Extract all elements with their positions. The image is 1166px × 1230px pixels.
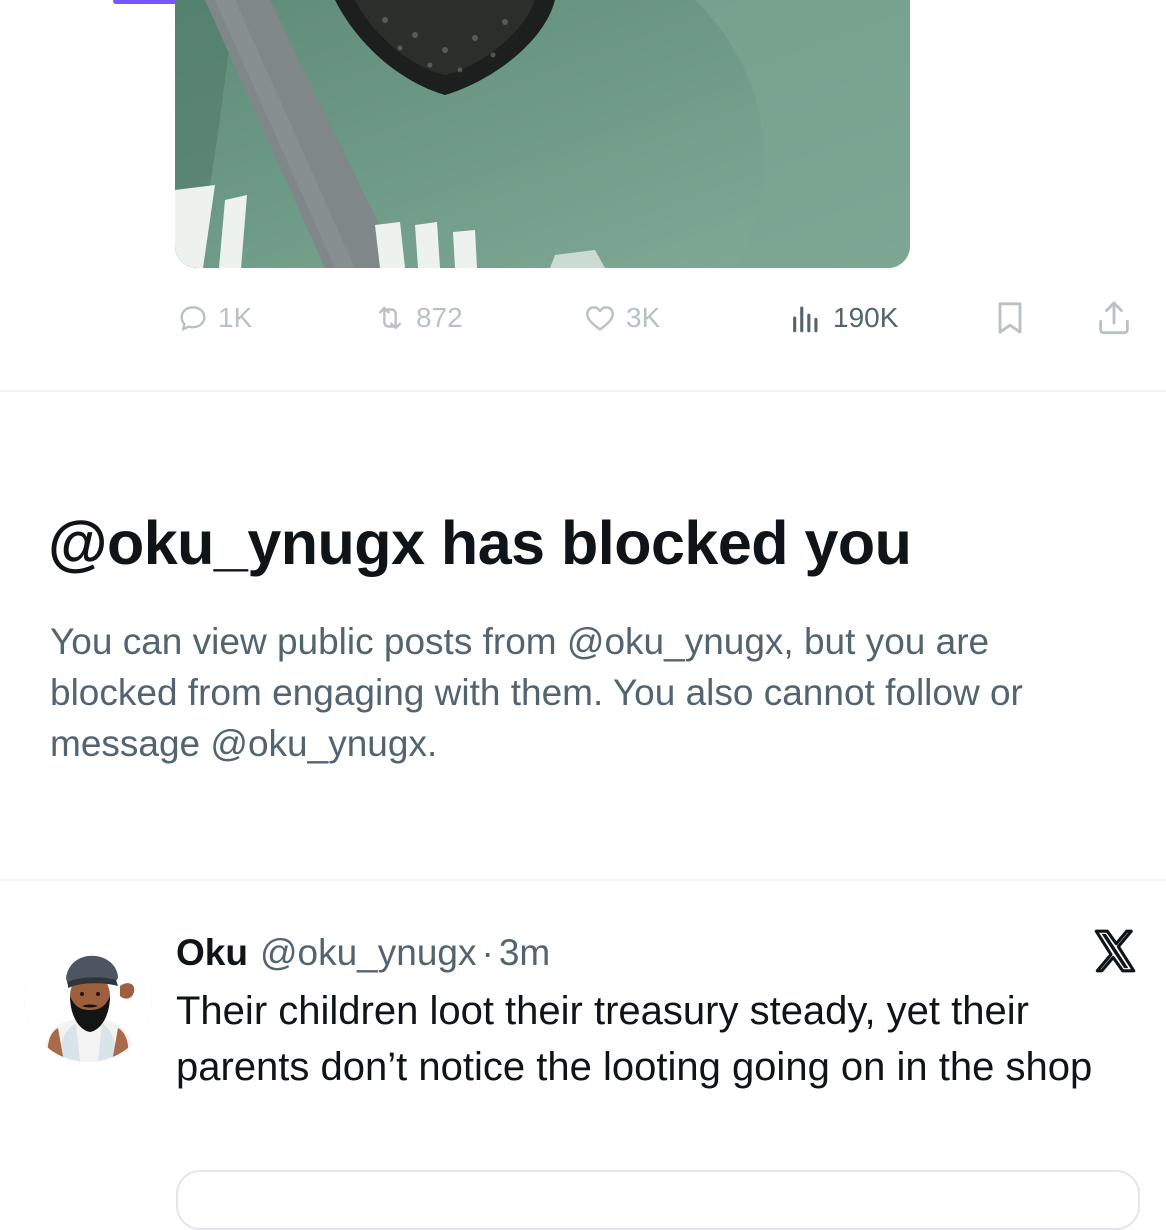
like-button[interactable]: 3K: [582, 290, 660, 346]
views-icon: [793, 306, 818, 333]
x-logo-icon[interactable]: [1090, 926, 1140, 976]
views-count: 190K: [833, 302, 899, 333]
views-button[interactable]: 190K: [787, 290, 898, 346]
post-text: Their children loot their treasury stead…: [176, 989, 1093, 1089]
bookmark-button[interactable]: [990, 290, 1030, 346]
repost-count: 872: [416, 302, 463, 333]
divider: [0, 879, 1166, 881]
post-action-bar: 1K 872 3K 190K: [0, 290, 1166, 346]
post-timestamp[interactable]: 3m: [499, 932, 550, 974]
blocked-description: You can view public posts from @oku_ynug…: [50, 621, 1023, 764]
avatar-illustration: [24, 934, 152, 1062]
reply-button[interactable]: 1K: [176, 290, 252, 346]
like-count: 3K: [626, 302, 661, 333]
divider: [0, 390, 1166, 392]
bookmark-icon: [998, 302, 1022, 334]
author-handle[interactable]: @oku_ynugx: [260, 932, 477, 974]
post-media-video[interactable]: [175, 0, 910, 268]
share-button[interactable]: [1094, 290, 1134, 346]
share-icon: [1099, 301, 1129, 335]
quoted-post-card[interactable]: [176, 1170, 1140, 1230]
heart-icon: [586, 306, 614, 331]
header-separator: ·: [481, 932, 494, 973]
repost-icon: [378, 306, 402, 330]
reply-count: 1K: [218, 302, 253, 333]
blocked-title: @oku_ynugx has blocked you: [48, 509, 912, 577]
reply-icon: [180, 306, 206, 331]
avatar[interactable]: [24, 934, 152, 1062]
author-name[interactable]: Oku: [176, 932, 248, 974]
video-frame-image: [175, 0, 910, 268]
post-header: Oku @oku_ynugx · 3m: [176, 927, 550, 979]
repost-button[interactable]: 872: [372, 290, 463, 346]
